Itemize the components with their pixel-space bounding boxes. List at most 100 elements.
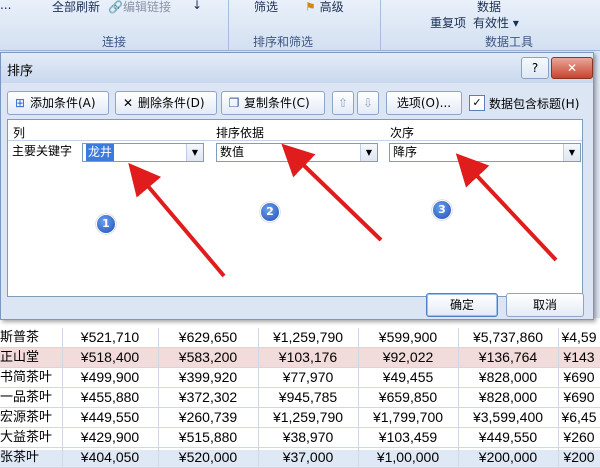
- arrow-down-icon: ⇩: [362, 96, 374, 110]
- table-row: 正山堂 ¥518,400 ¥583,200 ¥103,176 ¥92,022 ¥136,7…: [0, 348, 600, 368]
- advanced-filter-button[interactable]: ⚑ 高级: [305, 0, 344, 15]
- close-button[interactable]: ✕: [551, 57, 593, 79]
- table-row: 宏源茶叶 ¥449,550 ¥260,739 ¥1,259,790 ¥1,799,700…: [0, 408, 600, 428]
- table-cell[interactable]: ¥499,900: [62, 368, 159, 387]
- step-badge-2: 2: [260, 202, 280, 222]
- ribbon: ... 全部刷新 🔗编辑链接 ↓ 筛选 ⚑ 高级 重复项 有效性 ▾ 数据 连接…: [0, 0, 600, 51]
- table-cell-name[interactable]: 一品茶叶: [0, 388, 63, 407]
- help-button[interactable]: ?: [521, 57, 549, 79]
- table-cell[interactable]: ¥260,739: [158, 408, 259, 427]
- group-label-sort-filter: 排序和筛选: [253, 35, 314, 49]
- column-header-order: 次序: [390, 126, 415, 140]
- spreadsheet: 斯普茶 ¥521,710 ¥629,650 ¥1,259,790 ¥599,900 ¥5,…: [0, 318, 600, 468]
- table-cell[interactable]: ¥399,920: [158, 368, 259, 387]
- has-header-label: 数据包含标题(H): [489, 97, 580, 111]
- filter-partial[interactable]: 筛选: [254, 0, 278, 15]
- data-label: 数据: [477, 0, 502, 14]
- table-cell[interactable]: ¥77,970: [258, 368, 359, 387]
- dialog-titlebar[interactable]: 排序 ? ✕: [1, 53, 593, 83]
- table-cell[interactable]: ¥449,550: [458, 428, 559, 447]
- chevron-down-icon[interactable]: ▼: [360, 144, 377, 161]
- grid-divider: [8, 140, 582, 141]
- table-cell[interactable]: ¥92,022: [358, 348, 459, 367]
- table-cell[interactable]: ¥629,650: [158, 328, 259, 347]
- link-icon: 🔗: [108, 0, 123, 14]
- table-cell[interactable]: ¥1,799,700: [358, 408, 459, 427]
- table-cell[interactable]: ¥659,850: [358, 388, 459, 407]
- data-validation-button[interactable]: 有效性 ▾: [473, 14, 519, 31]
- table-cell[interactable]: ¥372,302: [158, 388, 259, 407]
- edit-links-button[interactable]: 🔗编辑链接: [108, 0, 171, 15]
- refresh-all-button[interactable]: 全部刷新: [52, 0, 100, 15]
- table-cell[interactable]: ¥521,710: [62, 328, 159, 347]
- table-cell[interactable]: ¥429,900: [62, 428, 159, 447]
- column-header-col: 列: [13, 126, 26, 140]
- table-cell-name[interactable]: 张茶叶: [0, 448, 63, 467]
- table-cell[interactable]: ¥6,45: [558, 408, 600, 427]
- copy-condition-button[interactable]: ❐ 复制条件(C): [221, 91, 325, 115]
- table-cell[interactable]: ¥599,900: [358, 328, 459, 347]
- cancel-button[interactable]: 取消: [506, 293, 584, 317]
- add-condition-icon: ⊞: [14, 96, 26, 110]
- sort-on-select-value: 数值: [220, 145, 245, 159]
- table-cell[interactable]: ¥200: [558, 448, 600, 467]
- table-cell[interactable]: ¥520,000: [158, 448, 259, 467]
- table-cell[interactable]: ¥455,880: [62, 388, 159, 407]
- table-cell[interactable]: ¥260: [558, 428, 600, 447]
- table-cell[interactable]: ¥49,455: [358, 368, 459, 387]
- table-cell[interactable]: ¥143: [558, 348, 600, 367]
- table-row: 书简茶叶 ¥499,900 ¥399,920 ¥77,970 ¥49,455 ¥828,0…: [0, 368, 600, 388]
- table-cell[interactable]: ¥449,550: [62, 408, 159, 427]
- sort-az-icon[interactable]: ↓: [192, 0, 202, 12]
- table-cell[interactable]: ¥1,00,000: [358, 448, 459, 467]
- options-button[interactable]: 选项(O)...: [386, 91, 462, 115]
- move-down-button[interactable]: ⇩: [357, 91, 379, 115]
- table-row: 一品茶叶 ¥455,880 ¥372,302 ¥945,785 ¥659,850 ¥828…: [0, 388, 600, 408]
- table-cell[interactable]: ¥103,176: [258, 348, 359, 367]
- table-cell[interactable]: ¥1,259,790: [258, 408, 359, 427]
- add-condition-button[interactable]: ⊞ 添加条件(A): [7, 91, 109, 115]
- dialog-title: 排序: [7, 64, 34, 79]
- table-cell-name[interactable]: 正山堂: [0, 348, 63, 367]
- table-cell[interactable]: ¥518,400: [62, 348, 159, 367]
- advanced-filter-icon: ⚑: [305, 0, 316, 14]
- ribbon-separator: [380, 0, 381, 50]
- table-cell[interactable]: ¥5,737,860: [458, 328, 559, 347]
- table-cell[interactable]: ¥945,785: [258, 388, 359, 407]
- table-cell[interactable]: ¥690: [558, 388, 600, 407]
- column-select[interactable]: 龙井 ▼: [82, 143, 204, 162]
- chevron-down-icon[interactable]: ▼: [186, 144, 203, 161]
- ribbon-separator: [228, 0, 229, 50]
- table-cell-name[interactable]: 斯普茶: [0, 328, 63, 347]
- table-cell[interactable]: ¥404,050: [62, 448, 159, 467]
- table-cell[interactable]: ¥103,459: [358, 428, 459, 447]
- sort-on-select[interactable]: 数值 ▼: [216, 143, 378, 162]
- table-cell[interactable]: ¥136,764: [458, 348, 559, 367]
- table-cell[interactable]: ¥583,200: [158, 348, 259, 367]
- table-cell[interactable]: ¥38,970: [258, 428, 359, 447]
- column-select-value: 龙井: [86, 144, 115, 161]
- table-cell-name[interactable]: 大益茶叶: [0, 428, 63, 447]
- table-cell[interactable]: ¥37,000: [258, 448, 359, 467]
- table-cell-name[interactable]: 书简茶叶: [0, 368, 63, 387]
- table-cell[interactable]: ¥1,259,790: [258, 328, 359, 347]
- table-cell-name[interactable]: 宏源茶叶: [0, 408, 63, 427]
- move-up-button[interactable]: ⇧: [332, 91, 354, 115]
- table-cell[interactable]: ¥828,000: [458, 388, 559, 407]
- order-select[interactable]: 降序 ▼: [389, 143, 581, 162]
- table-cell[interactable]: ¥828,000: [458, 368, 559, 387]
- delete-condition-button[interactable]: ✕ 删除条件(D): [115, 91, 217, 115]
- table-cell[interactable]: ¥690: [558, 368, 600, 387]
- chevron-down-icon[interactable]: ▼: [563, 144, 580, 161]
- order-select-value: 降序: [393, 145, 418, 159]
- sort-criteria-grid: 列 排序依据 次序 主要关键字 龙井 ▼ 数值 ▼ 降序 ▼ 1 2 3: [7, 119, 583, 297]
- column-header-sort-on: 排序依据: [216, 126, 265, 140]
- remove-duplicates-button[interactable]: 重复项: [430, 14, 466, 31]
- table-row: 张茶叶 ¥404,050 ¥520,000 ¥37,000 ¥1,00,000 ¥200,…: [0, 448, 600, 468]
- ok-button[interactable]: 确定: [426, 293, 498, 317]
- table-cell[interactable]: ¥515,880: [158, 428, 259, 447]
- table-cell[interactable]: ¥4,59: [558, 328, 600, 347]
- has-header-checkbox[interactable]: ✓: [469, 95, 485, 111]
- table-cell[interactable]: ¥3,599,400: [458, 408, 559, 427]
- table-cell[interactable]: ¥200,000: [458, 448, 559, 467]
